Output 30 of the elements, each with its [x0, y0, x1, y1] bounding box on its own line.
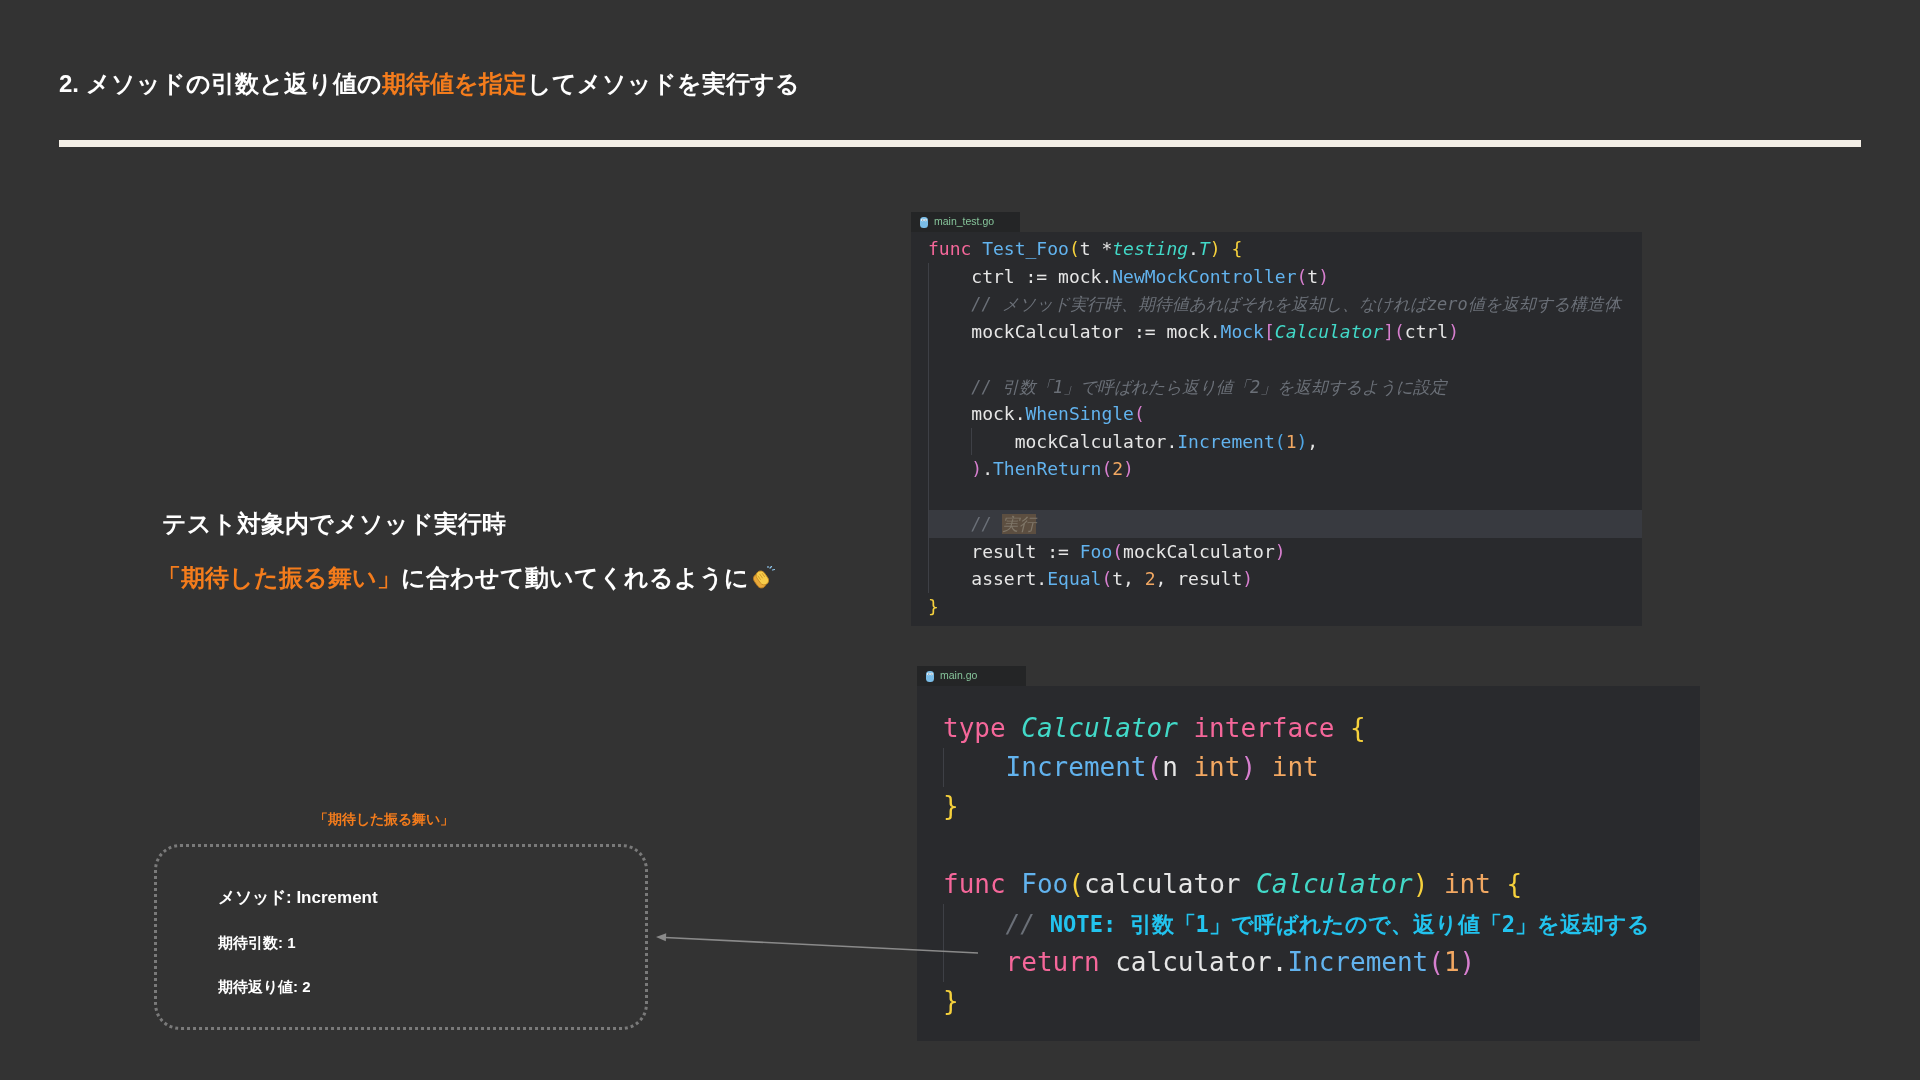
- code-line: // メソッド実行時、期待値あればそれを返却し、なければzero値を返却する構造体: [971, 293, 1621, 317]
- lead-text: テスト対象内でメソッド実行時: [162, 509, 506, 539]
- code-line: }: [943, 985, 959, 1018]
- code-line: // NOTE: 引数「1」で呼ばれたので、返り値「2」を返却する: [1005, 908, 1651, 940]
- card-label: 「期待した振る舞い」: [314, 810, 454, 829]
- card-text: 期待引数: 1: [218, 933, 296, 953]
- code-line: func Test_Foo(t *testing.T) {: [928, 237, 1243, 262]
- code-line: }: [928, 594, 939, 619]
- clapping-hands-icon: [751, 566, 775, 590]
- code-line: mockCalculator := mock.Mock[Calculator](ctrl): [971, 319, 1460, 344]
- lead-text: 「期待した振る舞い」に合わせて動いてくれるように: [157, 563, 749, 593]
- card-text: メソッド: Increment: [218, 887, 378, 909]
- file-tab[interactable]: main_test.go: [911, 212, 1020, 232]
- slide-title: 2. メソッドの引数と返り値の期待値を指定 してメソッドを実行する: [59, 69, 800, 99]
- code-line: // 引数「1」で呼ばれたら返り値「2」を返却するように設定: [971, 375, 1448, 399]
- code-line: ).ThenReturn(2): [971, 457, 1134, 482]
- code-line: Increment(n int) int: [1005, 751, 1319, 784]
- file-icon: [920, 216, 928, 228]
- file-tab[interactable]: main.go: [917, 666, 1026, 686]
- card-text: 期待返り値: 2: [218, 977, 311, 997]
- code-line: result := Foo(mockCalculator): [971, 539, 1286, 564]
- code-line: type Calculator interface {: [943, 712, 1366, 745]
- code-line: ctrl := mock.NewMockController(t): [971, 264, 1329, 289]
- code-line: mock.WhenSingle(: [971, 402, 1145, 427]
- code-line: mockCalculator.Increment(1),: [1014, 429, 1319, 454]
- code-line: return calculator.Increment(1): [1005, 946, 1476, 979]
- code-line: }: [943, 790, 959, 823]
- code-line: assert.Equal(t, 2, result): [971, 567, 1254, 592]
- file-icon: [926, 670, 934, 682]
- code-line: func Foo(calculator Calculator) int {: [943, 868, 1523, 901]
